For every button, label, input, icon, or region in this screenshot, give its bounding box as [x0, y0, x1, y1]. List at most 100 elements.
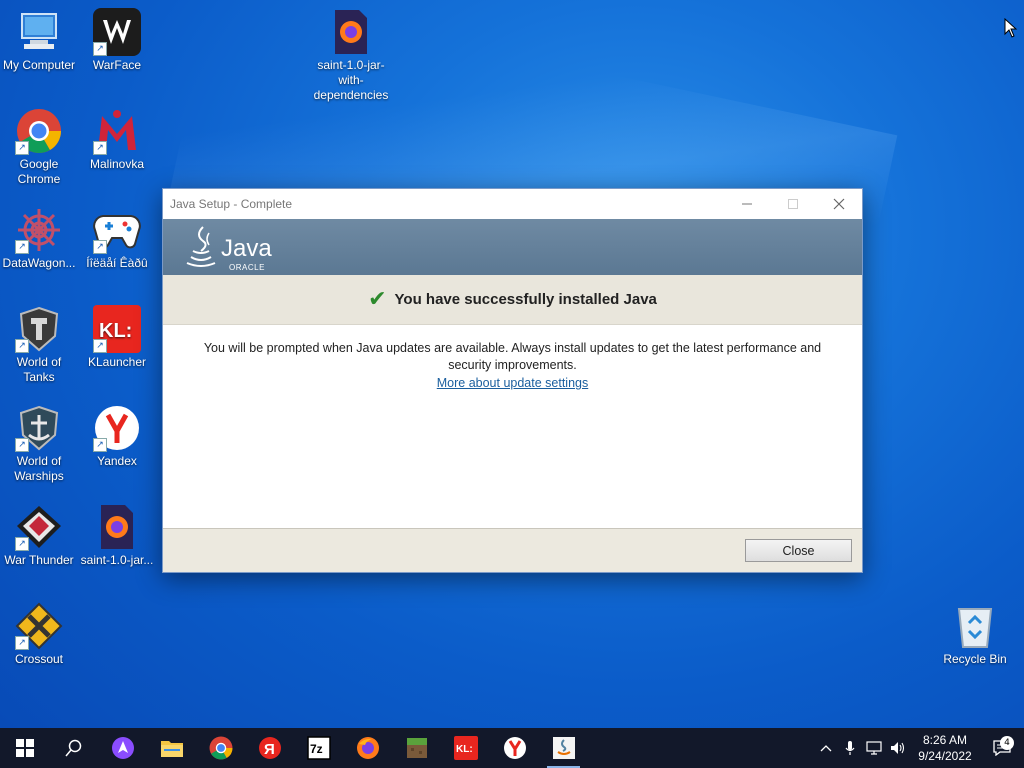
jar-file-icon: [327, 8, 375, 56]
chrome-icon: ↗: [15, 107, 63, 155]
desktop-icon-crossout[interactable]: ↗ Crossout: [0, 602, 78, 667]
taskbar-clock[interactable]: 8:26 AM 9/24/2022: [910, 732, 980, 764]
desktop-icon-war-thunder[interactable]: ↗ War Thunder: [0, 503, 78, 568]
malinovka-icon: ↗: [93, 107, 141, 155]
search-icon: [64, 739, 81, 757]
chevron-up-icon: [820, 745, 832, 752]
shortcut-arrow-icon: ↗: [15, 636, 29, 650]
maximize-button[interactable]: [770, 189, 816, 219]
taskbar-java-setup[interactable]: [539, 728, 588, 768]
taskbar-yandex-browser[interactable]: [490, 728, 539, 768]
computer-icon: [15, 8, 63, 56]
desktop-icon-saint-jar[interactable]: saint-1.0-jar-with-dependencies: [312, 8, 390, 103]
maximize-icon: [788, 199, 798, 209]
desktop-icon-gamepad[interactable]: ↗ Íîëäåí Êàðû: [78, 206, 156, 271]
yandex-music-icon: Я: [258, 737, 281, 759]
clock-time: 8:26 AM: [922, 733, 968, 747]
success-headline: ✔ You have successfully installed Java: [163, 275, 862, 325]
world-of-tanks-icon: ↗: [15, 305, 63, 353]
dialog-content: You will be prompted when Java updates a…: [163, 325, 862, 542]
shortcut-arrow-icon: ↗: [93, 42, 107, 56]
success-text: You have successfully installed Java: [394, 291, 657, 308]
desktop-icon-klauncher[interactable]: KL: ↗ KLauncher: [78, 305, 156, 370]
system-tray: 8:26 AM 9/24/2022 4: [814, 728, 1024, 768]
shortcut-arrow-icon: ↗: [15, 240, 29, 254]
clock-date: 9/24/2022: [918, 749, 972, 763]
desktop-icon-datawagon[interactable]: ↗ DataWagon...: [0, 206, 78, 271]
window-title: Java Setup - Complete: [170, 197, 293, 211]
shortcut-arrow-icon: ↗: [93, 240, 107, 254]
speaker-icon: [891, 742, 905, 754]
close-window-button[interactable]: [816, 189, 862, 219]
shortcut-arrow-icon: ↗: [93, 438, 107, 452]
dialog-footer: Close: [163, 528, 862, 572]
chrome-icon: [209, 736, 232, 760]
minecraft-icon: [406, 738, 427, 758]
folder-icon: [160, 741, 183, 757]
mouse-cursor-icon: [1004, 18, 1018, 38]
gamepad-icon: ↗: [93, 206, 141, 254]
oracle-logo-text: ORACLE: [229, 263, 265, 272]
desktop-icon-world-of-warships[interactable]: ↗ World of Warships: [0, 404, 78, 484]
network-icon: [866, 741, 882, 755]
taskbar-klauncher[interactable]: KL:: [441, 728, 490, 768]
firefox-icon: [356, 737, 379, 759]
volume-button[interactable]: [886, 741, 910, 755]
desktop-icon-saint-jar-2[interactable]: saint-1.0-jar...: [78, 503, 156, 568]
datawagon-icon: ↗: [15, 206, 63, 254]
java-setup-dialog: Java Setup - Complete Java ORACLE ✔ You …: [162, 188, 863, 573]
start-button[interactable]: [0, 728, 49, 768]
desktop-icon-world-of-tanks[interactable]: ↗ World of Tanks: [0, 305, 78, 385]
desktop-icon-warface[interactable]: ↗ WarFace: [78, 8, 156, 73]
jar-file-icon: [93, 503, 141, 551]
taskbar-firefox[interactable]: [343, 728, 392, 768]
shortcut-arrow-icon: ↗: [93, 141, 107, 155]
taskbar-7zip[interactable]: 7z: [294, 728, 343, 768]
close-button[interactable]: Close: [745, 539, 852, 562]
yandex-browser-icon: [503, 737, 526, 759]
close-icon: [833, 198, 845, 210]
java-logo: Java ORACLE: [183, 223, 283, 273]
svg-text:Я: Я: [264, 741, 275, 758]
warface-icon: ↗: [93, 8, 141, 56]
taskbar-alice[interactable]: [98, 728, 147, 768]
shortcut-arrow-icon: ↗: [15, 537, 29, 551]
7zip-icon: 7z: [306, 736, 331, 760]
recycle-bin-icon: [951, 602, 999, 650]
shortcut-arrow-icon: ↗: [93, 339, 107, 353]
taskbar-yandex-music[interactable]: Я: [245, 728, 294, 768]
crossout-icon: ↗: [15, 602, 63, 650]
desktop-icon-yandex[interactable]: ↗ Yandex: [78, 404, 156, 469]
microphone-icon: [845, 741, 855, 755]
svg-text:7z: 7z: [310, 742, 323, 756]
action-center-button[interactable]: 4: [980, 736, 1024, 756]
minimize-icon: [742, 203, 752, 205]
notification-badge: 4: [1000, 736, 1014, 750]
taskbar-chrome[interactable]: [196, 728, 245, 768]
desktop-icon-recycle-bin[interactable]: Recycle Bin: [936, 602, 1014, 667]
yandex-icon: ↗: [93, 404, 141, 452]
world-of-warships-icon: ↗: [15, 404, 63, 452]
title-bar[interactable]: Java Setup - Complete: [163, 189, 862, 219]
desktop-icon-my-computer[interactable]: My Computer: [0, 8, 78, 73]
shortcut-arrow-icon: ↗: [15, 141, 29, 155]
taskbar-file-explorer[interactable]: [147, 728, 196, 768]
taskbar: Я 7z KL: 8:26 AM 9/24/2022 4: [0, 728, 1024, 768]
desktop-icon-malinovka[interactable]: ↗ Malinovka: [78, 107, 156, 172]
search-button[interactable]: [49, 728, 98, 768]
microphone-button[interactable]: [838, 740, 862, 756]
network-button[interactable]: [862, 741, 886, 755]
shortcut-arrow-icon: ↗: [15, 438, 29, 452]
taskbar-minecraft[interactable]: [392, 728, 441, 768]
checkmark-icon: ✔: [368, 287, 387, 312]
java-banner: Java ORACLE: [163, 219, 862, 275]
minimize-button[interactable]: [724, 189, 770, 219]
klauncher-icon: KL: ↗: [93, 305, 141, 353]
java-logo-text: Java: [221, 235, 272, 262]
shortcut-arrow-icon: ↗: [15, 339, 29, 353]
desktop-icon-google-chrome[interactable]: ↗ Google Chrome: [0, 107, 78, 187]
update-message: You will be prompted when Java updates a…: [203, 341, 822, 372]
update-settings-link[interactable]: More about update settings: [437, 376, 589, 390]
svg-text:KL:: KL:: [456, 744, 473, 755]
show-hidden-icons-button[interactable]: [814, 744, 838, 752]
